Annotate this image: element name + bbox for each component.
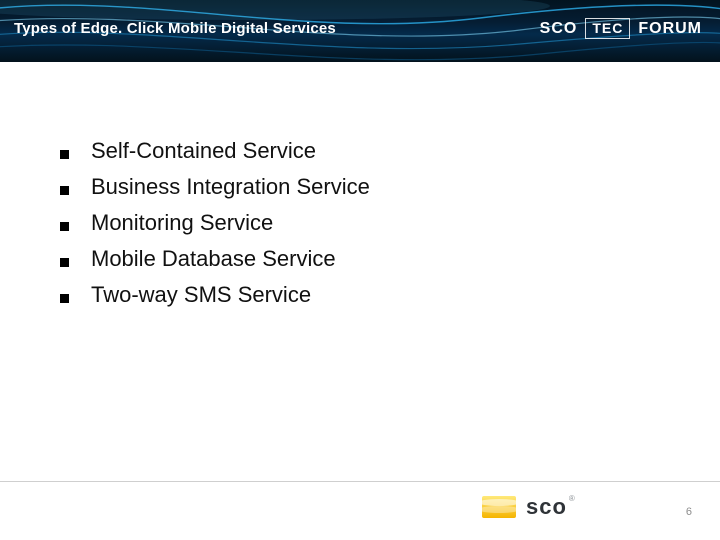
- content-area: Self-Contained Service Business Integrat…: [60, 135, 680, 314]
- square-bullet-icon: [60, 186, 69, 195]
- square-bullet-icon: [60, 222, 69, 231]
- square-bullet-icon: [60, 294, 69, 303]
- brand-forum: FORUM: [638, 20, 702, 38]
- page-number: 6: [686, 506, 692, 518]
- slide-title: Types of Edge. Click Mobile Digital Serv…: [14, 20, 336, 37]
- brand-tec: TEC: [585, 18, 630, 39]
- registered-mark: ®: [569, 494, 575, 503]
- bullet-text: Self-Contained Service: [91, 135, 316, 167]
- brand-sco: SCO: [540, 20, 578, 38]
- list-item: Monitoring Service: [60, 207, 680, 239]
- list-item: Two-way SMS Service: [60, 279, 680, 311]
- list-item: Business Integration Service: [60, 171, 680, 203]
- square-bullet-icon: [60, 150, 69, 159]
- footer-logo-text: sco: [526, 494, 567, 520]
- list-item: Self-Contained Service: [60, 135, 680, 167]
- slide: Types of Edge. Click Mobile Digital Serv…: [0, 0, 720, 540]
- footer-logo: sco ®: [482, 492, 600, 522]
- list-item: Mobile Database Service: [60, 243, 680, 275]
- footer-divider: [0, 481, 720, 482]
- bullet-text: Two-way SMS Service: [91, 279, 311, 311]
- sco-mark-icon: [482, 496, 516, 518]
- bullet-list: Self-Contained Service Business Integrat…: [60, 135, 680, 310]
- bullet-text: Business Integration Service: [91, 171, 370, 203]
- brand-block: SCO TEC FORUM: [540, 18, 702, 39]
- bullet-text: Monitoring Service: [91, 207, 273, 239]
- header-band: Types of Edge. Click Mobile Digital Serv…: [0, 0, 720, 62]
- bullet-text: Mobile Database Service: [91, 243, 336, 275]
- square-bullet-icon: [60, 258, 69, 267]
